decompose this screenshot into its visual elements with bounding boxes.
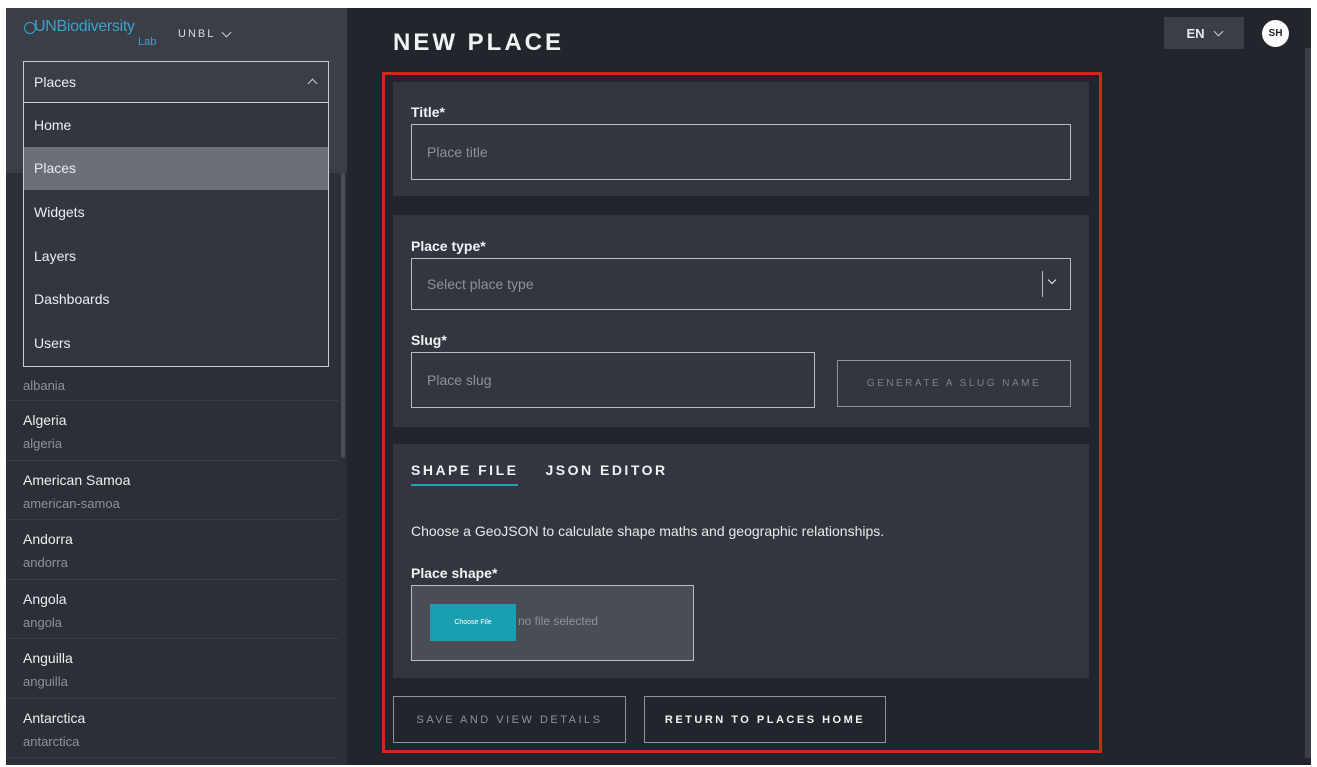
- section-menu: Home Places Widgets Layers Dashboards Us…: [23, 103, 329, 367]
- sidebar: UNBiodiversity Lab UNBL albania Algeria …: [6, 8, 347, 765]
- language-selector[interactable]: EN: [1164, 17, 1244, 49]
- list-item[interactable]: Anguilla anguilla: [6, 639, 339, 699]
- org-label: UNBL: [178, 28, 216, 40]
- sidebar-scrollbar[interactable]: [341, 173, 345, 458]
- list-item-name: Andorra: [23, 531, 73, 547]
- list-item[interactable]: American Samoa american-samoa: [6, 461, 339, 520]
- page-title: NEW PLACE: [393, 29, 564, 56]
- highlight-box: [382, 72, 1102, 753]
- menu-item-layers[interactable]: Layers: [24, 234, 328, 278]
- chevron-down-icon: [221, 27, 232, 37]
- list-item-slug: anguilla: [23, 674, 68, 689]
- list-item-name: Angola: [23, 590, 67, 607]
- section-select[interactable]: Places: [23, 61, 329, 103]
- list-item[interactable]: Algeria algeria: [6, 401, 339, 461]
- list-item-slug: antarctica: [23, 733, 80, 749]
- logo-text: UNBiodiversity: [34, 18, 135, 35]
- chevron-down-icon: [1213, 26, 1223, 36]
- menu-item-home[interactable]: Home: [24, 103, 328, 147]
- app-logo[interactable]: UNBiodiversity Lab: [24, 18, 166, 52]
- list-item-slug: algeria: [23, 436, 63, 451]
- page-scrollbar[interactable]: [1305, 48, 1311, 758]
- language-label: EN: [1186, 25, 1205, 41]
- list-item[interactable]: Antarctica antarctica: [6, 699, 339, 758]
- list-item-name: Anguilla: [23, 650, 73, 666]
- list-item[interactable]: Andorra andorra: [6, 520, 339, 580]
- places-list: albania Algeria algeria American Samoa a…: [6, 363, 339, 758]
- chevron-up-icon: [307, 78, 318, 89]
- list-item-slug: andorra: [23, 555, 68, 570]
- menu-item-dashboards[interactable]: Dashboards: [24, 277, 328, 321]
- list-item-name: American Samoa: [23, 471, 131, 488]
- list-item[interactable]: Angola angola: [6, 580, 339, 639]
- menu-item-users[interactable]: Users: [24, 321, 328, 365]
- org-switcher[interactable]: UNBL: [178, 27, 232, 40]
- avatar[interactable]: SH: [1262, 20, 1289, 47]
- app-frame: UNBiodiversity Lab UNBL albania Algeria …: [6, 8, 1311, 765]
- list-item-name: Antarctica: [23, 709, 86, 726]
- list-item-slug: angola: [23, 614, 63, 630]
- list-item-name: Algeria: [23, 412, 67, 428]
- menu-item-widgets[interactable]: Widgets: [24, 190, 328, 234]
- section-select-value: Places: [34, 74, 77, 90]
- menu-item-places[interactable]: Places: [24, 146, 328, 191]
- list-item[interactable]: albania: [6, 363, 339, 401]
- logo-subtext: Lab: [138, 36, 157, 48]
- list-item-slug: american-samoa: [23, 495, 120, 511]
- list-item-slug: albania: [23, 378, 65, 393]
